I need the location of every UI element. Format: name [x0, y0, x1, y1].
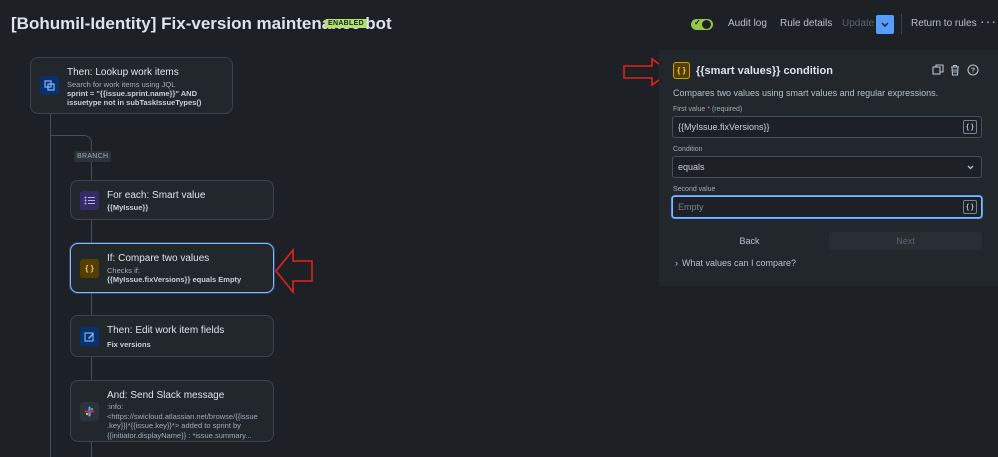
lookup-icon — [40, 76, 59, 95]
top-bar: [Bohumil-Identity] Fix-version maintenan… — [0, 0, 998, 50]
component-card-lookup[interactable]: Then: Lookup work items Search for work … — [30, 57, 233, 114]
second-value-input[interactable]: Empty { } — [672, 196, 982, 218]
flow-connector — [50, 114, 51, 457]
smart-value-button[interactable]: { } — [963, 120, 977, 134]
card-title: Then: Edit work item fields — [107, 325, 225, 336]
chevron-down-icon — [967, 165, 974, 170]
required-mark: * — [707, 106, 710, 113]
branch-label: BRANCH — [74, 151, 112, 162]
annotation-arrow-left-icon — [274, 248, 313, 294]
card-detail: {{MyIssue.fixVersions}} equals Empty — [107, 275, 242, 284]
smart-value-icon: { } — [80, 259, 99, 278]
duplicate-icon[interactable] — [932, 64, 944, 76]
card-detail: Fix versions — [107, 340, 151, 349]
condition-value: equals — [678, 162, 705, 172]
condition-label: Condition — [673, 146, 703, 153]
rule-enabled-toggle[interactable]: ✓ — [691, 18, 713, 30]
back-button[interactable]: Back — [673, 232, 826, 250]
second-value-placeholder: Empty — [678, 202, 704, 212]
card-title: If: Compare two values — [107, 253, 210, 264]
label-text: First value — [673, 106, 706, 113]
required-text: (required) — [711, 106, 743, 113]
rule-details-button[interactable]: Rule details — [780, 18, 832, 29]
expander-label: What values can I compare? — [682, 258, 797, 268]
card-detail-line: <https://swicloud.atlassian.net/browse/{… — [107, 411, 258, 421]
card-description: Checks if: — [107, 266, 140, 275]
toolbar-divider — [901, 14, 902, 34]
help-icon[interactable]: ? — [967, 64, 979, 76]
chevron-right-icon: › — [675, 258, 678, 268]
card-detail-line: :info: — [107, 402, 124, 411]
first-value-input[interactable]: {{MyIssue.fixVersions}} { } — [672, 116, 982, 138]
panel-description: Compares two values using smart values a… — [673, 88, 939, 98]
condition-select[interactable]: equals — [672, 156, 982, 178]
card-title: And: Send Slack message — [107, 390, 225, 401]
smart-value-icon: { } — [673, 62, 690, 79]
card-detail: sprint = "{{issue.sprint.name}}" AND — [67, 89, 197, 98]
component-card-edit-fields[interactable]: Then: Edit work item fields Fix versions — [70, 315, 274, 357]
smart-value-button[interactable]: { } — [963, 200, 977, 214]
card-detail: {{MyIssue}} — [107, 203, 149, 212]
return-to-rules-button[interactable]: Return to rules — [911, 18, 977, 29]
svg-text:?: ? — [971, 68, 975, 75]
next-button[interactable]: Next — [829, 232, 982, 250]
component-card-compare[interactable]: { } If: Compare two values Checks if: {{… — [70, 243, 274, 293]
card-description: Search for work items using JQL — [67, 80, 176, 89]
chevron-down-icon — [881, 22, 889, 27]
check-icon: ✓ — [694, 18, 701, 27]
delete-icon[interactable] — [949, 64, 961, 76]
edit-icon — [80, 327, 99, 346]
panel-title: {{smart values}} condition — [696, 65, 833, 77]
first-value-label: First value * (required) — [673, 106, 742, 113]
card-detail: :info: <https://swicloud.atlassian.net/b… — [107, 402, 267, 440]
condition-panel: { } {{smart values}} condition ? Compare… — [659, 50, 998, 286]
compare-help-expander[interactable]: › What values can I compare? — [675, 258, 796, 268]
card-detail: issuetype not in subTaskIssueTypes() — [67, 98, 202, 107]
status-badge: ENABLED — [325, 19, 367, 28]
update-button[interactable]: Update — [842, 18, 874, 29]
second-value-label: Second value — [673, 186, 716, 193]
toggle-knob — [702, 20, 711, 29]
component-card-slack[interactable]: And: Send Slack message :info: <https://… — [70, 380, 274, 442]
component-card-for-each[interactable]: For each: Smart value {{MyIssue}} — [70, 180, 274, 220]
audit-log-button[interactable]: Audit log — [728, 18, 767, 29]
slack-icon — [80, 402, 99, 421]
more-options-icon[interactable]: ··· — [980, 13, 997, 29]
card-detail-line: .key}}|*{{issue.key}}*> added to sprint … — [107, 421, 241, 430]
card-title: For each: Smart value — [107, 190, 206, 201]
first-value-text: {{MyIssue.fixVersions}} — [678, 122, 770, 132]
card-detail-line: {{initiator.displayName}} : *issue.summa… — [107, 430, 252, 440]
list-icon — [80, 191, 99, 210]
update-dropdown-button[interactable] — [876, 15, 894, 34]
card-title: Then: Lookup work items — [67, 67, 179, 78]
